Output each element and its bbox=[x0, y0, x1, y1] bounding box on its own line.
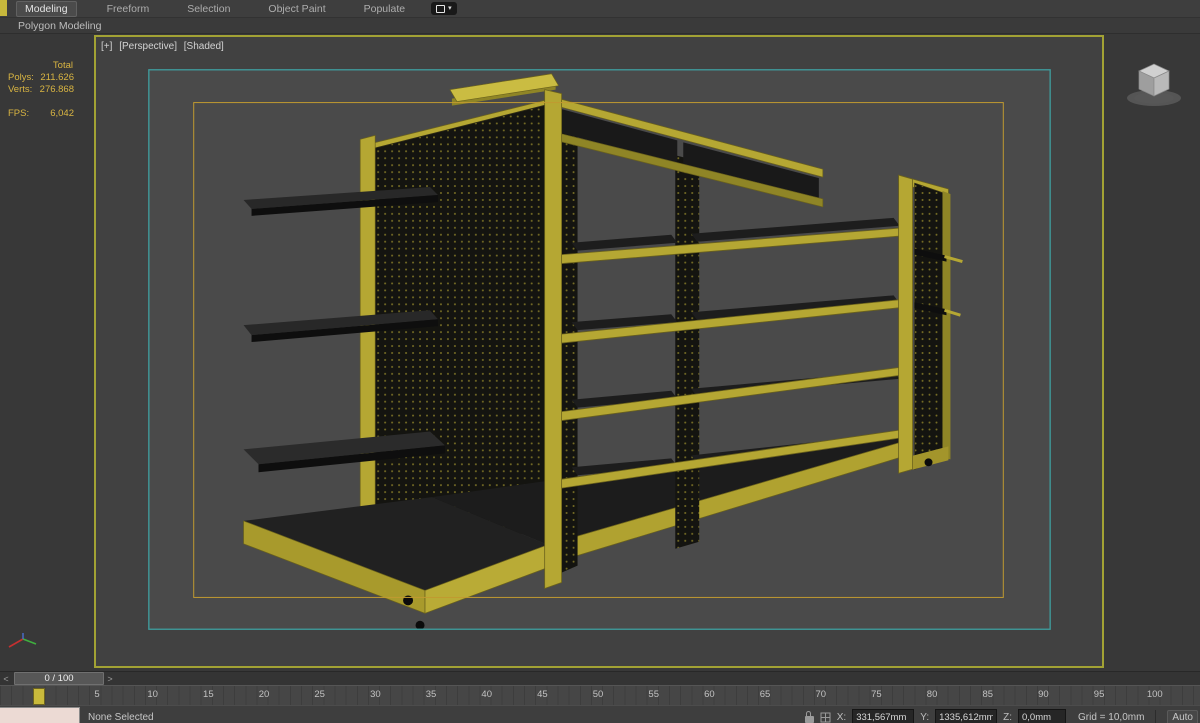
chevron-down-icon: ▾ bbox=[448, 5, 452, 12]
viewport-general-menu[interactable]: [+] bbox=[101, 41, 112, 52]
x-coordinate-field[interactable] bbox=[852, 709, 915, 723]
viewport-shading-menu[interactable]: [Shaded] bbox=[184, 41, 224, 52]
statusbar-separator bbox=[1155, 710, 1157, 723]
track-bar[interactable]: 5 10 15 20 25 30 35 40 45 50 55 60 65 70 75 80 85 90 95 100 bbox=[0, 685, 1200, 705]
viewport-label: [+] [Perspective] [Shaded] bbox=[101, 41, 228, 52]
timeline-tick: 30 bbox=[370, 689, 381, 700]
stats-verts-value: 276.868 bbox=[39, 84, 74, 95]
timeline-tick: 70 bbox=[815, 689, 827, 700]
timeline-tick: 75 bbox=[871, 689, 882, 700]
panel-polygon-modeling[interactable]: Polygon Modeling bbox=[18, 20, 101, 32]
timeline-tick: 45 bbox=[537, 689, 548, 700]
selection-status: None Selected bbox=[88, 711, 154, 723]
timeline-tick: 15 bbox=[203, 689, 214, 700]
time-slider-track[interactable] bbox=[116, 672, 1200, 685]
tab-object-paint[interactable]: Object Paint bbox=[260, 2, 333, 16]
timeline-tick: 100 bbox=[1146, 689, 1163, 700]
previous-frame-button[interactable]: < bbox=[0, 674, 12, 684]
timeline-tick: 55 bbox=[648, 689, 659, 700]
world-axis-icon bbox=[8, 633, 37, 648]
maxscript-mini-listener[interactable] bbox=[0, 707, 80, 723]
timeline-tick: 35 bbox=[425, 689, 437, 700]
tab-modeling[interactable]: Modeling bbox=[16, 0, 77, 17]
3dsmax-window: Modeling Freeform Selection Object Paint… bbox=[0, 0, 1200, 723]
auto-key-button[interactable]: Auto bbox=[1167, 709, 1198, 723]
tab-populate[interactable]: Populate bbox=[356, 2, 413, 16]
current-frame-marker[interactable] bbox=[33, 688, 45, 705]
x-coordinate-label: X: bbox=[836, 711, 847, 723]
workspace: Total Polys: 211.626 Verts: 276.868 FPS:… bbox=[0, 34, 1200, 671]
stats-fps-value: 6,042 bbox=[50, 108, 74, 119]
stats-total-header: Total bbox=[52, 60, 73, 71]
y-coordinate-field[interactable] bbox=[935, 709, 998, 723]
stats-polys-value: 211.626 bbox=[40, 72, 74, 83]
viewport-pov-menu[interactable]: [Perspective] bbox=[119, 41, 177, 52]
ribbon-tab-bar: Modeling Freeform Selection Object Paint… bbox=[0, 0, 1200, 18]
tab-freeform[interactable]: Freeform bbox=[99, 2, 158, 16]
ribbon-tabs: Modeling Freeform Selection Object Paint… bbox=[16, 0, 413, 17]
viewcube[interactable] bbox=[1120, 52, 1188, 112]
stats-fps-label: FPS: bbox=[8, 108, 30, 119]
z-coordinate-field[interactable] bbox=[1018, 709, 1066, 723]
time-slider-handle[interactable]: 0 / 100 bbox=[14, 672, 104, 685]
transform-gizmo-icon[interactable] bbox=[820, 712, 831, 723]
coordinate-display: X: Y: Z: Grid = 10,0mm Auto bbox=[804, 709, 1200, 723]
selection-lock-icon[interactable] bbox=[804, 710, 814, 723]
trackbar-ticks: 5 10 15 20 25 30 35 40 45 50 55 60 65 70 75 80 85 90 95 100 bbox=[82, 689, 1170, 700]
timeline-tick: 95 bbox=[1093, 689, 1105, 700]
stats-polys-label: Polys: bbox=[8, 72, 34, 83]
next-frame-button[interactable]: > bbox=[104, 674, 116, 684]
time-slider[interactable]: < 0 / 100 > bbox=[0, 671, 1200, 685]
timeline-tick: 85 bbox=[982, 689, 994, 700]
ribbon-display-menu-button[interactable]: ▾ bbox=[431, 2, 457, 15]
timeline-tick: 40 bbox=[481, 689, 492, 700]
viewport-canvas[interactable] bbox=[96, 37, 1102, 666]
timeline-tick: 25 bbox=[314, 689, 325, 700]
timeline-tick: 65 bbox=[759, 689, 771, 700]
timeline-tick: 60 bbox=[704, 689, 715, 700]
timeline-tick: 80 bbox=[926, 689, 938, 700]
tab-selection[interactable]: Selection bbox=[179, 2, 238, 16]
ribbon-panel-row: Polygon Modeling bbox=[0, 18, 1200, 34]
y-coordinate-label: Y: bbox=[920, 711, 930, 723]
timeline-tick: 50 bbox=[592, 689, 604, 700]
timeline-tick: 90 bbox=[1038, 689, 1049, 700]
timeline-tick: 10 bbox=[147, 689, 158, 700]
ribbon-corner-accent bbox=[0, 0, 7, 16]
monitor-icon bbox=[436, 4, 446, 13]
grid-spacing-info: Grid = 10,0mm bbox=[1078, 711, 1145, 723]
viewport-statistics: Total Polys: 211.626 Verts: 276.868 FPS:… bbox=[8, 60, 74, 120]
timeline-tick: 20 bbox=[258, 689, 270, 700]
timeline-tick: 5 bbox=[94, 689, 100, 700]
z-coordinate-label: Z: bbox=[1003, 711, 1012, 723]
stats-verts-label: Verts: bbox=[8, 84, 33, 95]
perspective-viewport[interactable]: [+] [Perspective] [Shaded] bbox=[94, 35, 1104, 668]
status-bar: None Selected X: Y: Z: Grid = 10,0mm Aut… bbox=[0, 705, 1200, 723]
